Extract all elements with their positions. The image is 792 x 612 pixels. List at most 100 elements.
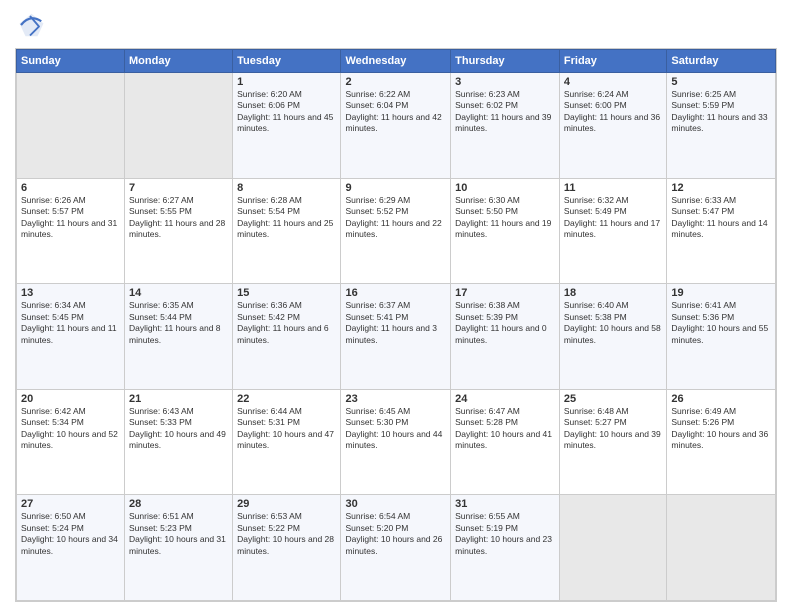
calendar-cell: 15Sunrise: 6:36 AMSunset: 5:42 PMDayligh…	[233, 284, 341, 390]
calendar-cell: 18Sunrise: 6:40 AMSunset: 5:38 PMDayligh…	[559, 284, 666, 390]
day-number: 11	[564, 182, 662, 194]
day-info: Sunrise: 6:38 AMSunset: 5:39 PMDaylight:…	[455, 300, 555, 346]
day-number: 7	[129, 182, 228, 194]
calendar-cell: 8Sunrise: 6:28 AMSunset: 5:54 PMDaylight…	[233, 178, 341, 284]
day-info: Sunrise: 6:49 AMSunset: 5:26 PMDaylight:…	[671, 406, 771, 452]
day-info: Sunrise: 6:48 AMSunset: 5:27 PMDaylight:…	[564, 406, 662, 452]
day-number: 30	[345, 498, 446, 510]
day-number: 2	[345, 76, 446, 88]
day-info: Sunrise: 6:36 AMSunset: 5:42 PMDaylight:…	[237, 300, 336, 346]
day-info: Sunrise: 6:42 AMSunset: 5:34 PMDaylight:…	[21, 406, 120, 452]
day-info: Sunrise: 6:41 AMSunset: 5:36 PMDaylight:…	[671, 300, 771, 346]
weekday-header-friday: Friday	[559, 50, 666, 73]
day-number: 10	[455, 182, 555, 194]
week-row-3: 20Sunrise: 6:42 AMSunset: 5:34 PMDayligh…	[17, 389, 776, 495]
day-number: 29	[237, 498, 336, 510]
day-number: 14	[129, 287, 228, 299]
calendar-cell	[667, 495, 776, 601]
day-info: Sunrise: 6:45 AMSunset: 5:30 PMDaylight:…	[345, 406, 446, 452]
day-info: Sunrise: 6:33 AMSunset: 5:47 PMDaylight:…	[671, 195, 771, 241]
day-number: 3	[455, 76, 555, 88]
week-row-1: 6Sunrise: 6:26 AMSunset: 5:57 PMDaylight…	[17, 178, 776, 284]
calendar-cell: 25Sunrise: 6:48 AMSunset: 5:27 PMDayligh…	[559, 389, 666, 495]
weekday-header-tuesday: Tuesday	[233, 50, 341, 73]
day-number: 18	[564, 287, 662, 299]
calendar-cell: 29Sunrise: 6:53 AMSunset: 5:22 PMDayligh…	[233, 495, 341, 601]
day-info: Sunrise: 6:37 AMSunset: 5:41 PMDaylight:…	[345, 300, 446, 346]
calendar-cell: 14Sunrise: 6:35 AMSunset: 5:44 PMDayligh…	[125, 284, 233, 390]
day-number: 20	[21, 393, 120, 405]
day-info: Sunrise: 6:54 AMSunset: 5:20 PMDaylight:…	[345, 511, 446, 557]
day-info: Sunrise: 6:27 AMSunset: 5:55 PMDaylight:…	[129, 195, 228, 241]
calendar-cell: 22Sunrise: 6:44 AMSunset: 5:31 PMDayligh…	[233, 389, 341, 495]
day-info: Sunrise: 6:32 AMSunset: 5:49 PMDaylight:…	[564, 195, 662, 241]
calendar-cell: 27Sunrise: 6:50 AMSunset: 5:24 PMDayligh…	[17, 495, 125, 601]
day-info: Sunrise: 6:34 AMSunset: 5:45 PMDaylight:…	[21, 300, 120, 346]
day-info: Sunrise: 6:26 AMSunset: 5:57 PMDaylight:…	[21, 195, 120, 241]
day-number: 4	[564, 76, 662, 88]
calendar-cell: 28Sunrise: 6:51 AMSunset: 5:23 PMDayligh…	[125, 495, 233, 601]
calendar-cell: 30Sunrise: 6:54 AMSunset: 5:20 PMDayligh…	[341, 495, 451, 601]
day-info: Sunrise: 6:23 AMSunset: 6:02 PMDaylight:…	[455, 89, 555, 135]
header	[15, 10, 777, 40]
calendar-cell	[559, 495, 666, 601]
calendar-header: SundayMondayTuesdayWednesdayThursdayFrid…	[17, 50, 776, 73]
day-number: 23	[345, 393, 446, 405]
calendar-cell: 17Sunrise: 6:38 AMSunset: 5:39 PMDayligh…	[451, 284, 560, 390]
day-info: Sunrise: 6:25 AMSunset: 5:59 PMDaylight:…	[671, 89, 771, 135]
day-number: 24	[455, 393, 555, 405]
day-number: 15	[237, 287, 336, 299]
day-number: 21	[129, 393, 228, 405]
day-number: 16	[345, 287, 446, 299]
calendar-cell: 24Sunrise: 6:47 AMSunset: 5:28 PMDayligh…	[451, 389, 560, 495]
week-row-0: 1Sunrise: 6:20 AMSunset: 6:06 PMDaylight…	[17, 73, 776, 179]
day-info: Sunrise: 6:51 AMSunset: 5:23 PMDaylight:…	[129, 511, 228, 557]
weekday-header-wednesday: Wednesday	[341, 50, 451, 73]
day-info: Sunrise: 6:53 AMSunset: 5:22 PMDaylight:…	[237, 511, 336, 557]
calendar-cell: 31Sunrise: 6:55 AMSunset: 5:19 PMDayligh…	[451, 495, 560, 601]
calendar-cell: 6Sunrise: 6:26 AMSunset: 5:57 PMDaylight…	[17, 178, 125, 284]
calendar-body: 1Sunrise: 6:20 AMSunset: 6:06 PMDaylight…	[17, 73, 776, 601]
calendar-cell: 11Sunrise: 6:32 AMSunset: 5:49 PMDayligh…	[559, 178, 666, 284]
week-row-4: 27Sunrise: 6:50 AMSunset: 5:24 PMDayligh…	[17, 495, 776, 601]
day-info: Sunrise: 6:35 AMSunset: 5:44 PMDaylight:…	[129, 300, 228, 346]
calendar-cell: 23Sunrise: 6:45 AMSunset: 5:30 PMDayligh…	[341, 389, 451, 495]
calendar-cell: 3Sunrise: 6:23 AMSunset: 6:02 PMDaylight…	[451, 73, 560, 179]
day-number: 22	[237, 393, 336, 405]
day-info: Sunrise: 6:40 AMSunset: 5:38 PMDaylight:…	[564, 300, 662, 346]
day-number: 12	[671, 182, 771, 194]
day-info: Sunrise: 6:43 AMSunset: 5:33 PMDaylight:…	[129, 406, 228, 452]
day-info: Sunrise: 6:28 AMSunset: 5:54 PMDaylight:…	[237, 195, 336, 241]
calendar-table: SundayMondayTuesdayWednesdayThursdayFrid…	[16, 49, 776, 601]
calendar-cell: 20Sunrise: 6:42 AMSunset: 5:34 PMDayligh…	[17, 389, 125, 495]
calendar-cell: 26Sunrise: 6:49 AMSunset: 5:26 PMDayligh…	[667, 389, 776, 495]
day-info: Sunrise: 6:50 AMSunset: 5:24 PMDaylight:…	[21, 511, 120, 557]
calendar-cell: 4Sunrise: 6:24 AMSunset: 6:00 PMDaylight…	[559, 73, 666, 179]
weekday-header-saturday: Saturday	[667, 50, 776, 73]
day-number: 13	[21, 287, 120, 299]
day-number: 31	[455, 498, 555, 510]
day-info: Sunrise: 6:20 AMSunset: 6:06 PMDaylight:…	[237, 89, 336, 135]
day-info: Sunrise: 6:24 AMSunset: 6:00 PMDaylight:…	[564, 89, 662, 135]
calendar-cell	[125, 73, 233, 179]
day-number: 5	[671, 76, 771, 88]
day-info: Sunrise: 6:22 AMSunset: 6:04 PMDaylight:…	[345, 89, 446, 135]
calendar-cell: 7Sunrise: 6:27 AMSunset: 5:55 PMDaylight…	[125, 178, 233, 284]
day-number: 28	[129, 498, 228, 510]
calendar-cell: 13Sunrise: 6:34 AMSunset: 5:45 PMDayligh…	[17, 284, 125, 390]
day-number: 25	[564, 393, 662, 405]
day-number: 6	[21, 182, 120, 194]
day-number: 19	[671, 287, 771, 299]
weekday-header-monday: Monday	[125, 50, 233, 73]
day-number: 26	[671, 393, 771, 405]
day-info: Sunrise: 6:30 AMSunset: 5:50 PMDaylight:…	[455, 195, 555, 241]
calendar-cell: 5Sunrise: 6:25 AMSunset: 5:59 PMDaylight…	[667, 73, 776, 179]
calendar-cell: 16Sunrise: 6:37 AMSunset: 5:41 PMDayligh…	[341, 284, 451, 390]
logo	[15, 10, 49, 40]
calendar: SundayMondayTuesdayWednesdayThursdayFrid…	[15, 48, 777, 602]
calendar-cell: 1Sunrise: 6:20 AMSunset: 6:06 PMDaylight…	[233, 73, 341, 179]
calendar-cell: 21Sunrise: 6:43 AMSunset: 5:33 PMDayligh…	[125, 389, 233, 495]
day-info: Sunrise: 6:55 AMSunset: 5:19 PMDaylight:…	[455, 511, 555, 557]
day-number: 9	[345, 182, 446, 194]
page: SundayMondayTuesdayWednesdayThursdayFrid…	[0, 0, 792, 612]
